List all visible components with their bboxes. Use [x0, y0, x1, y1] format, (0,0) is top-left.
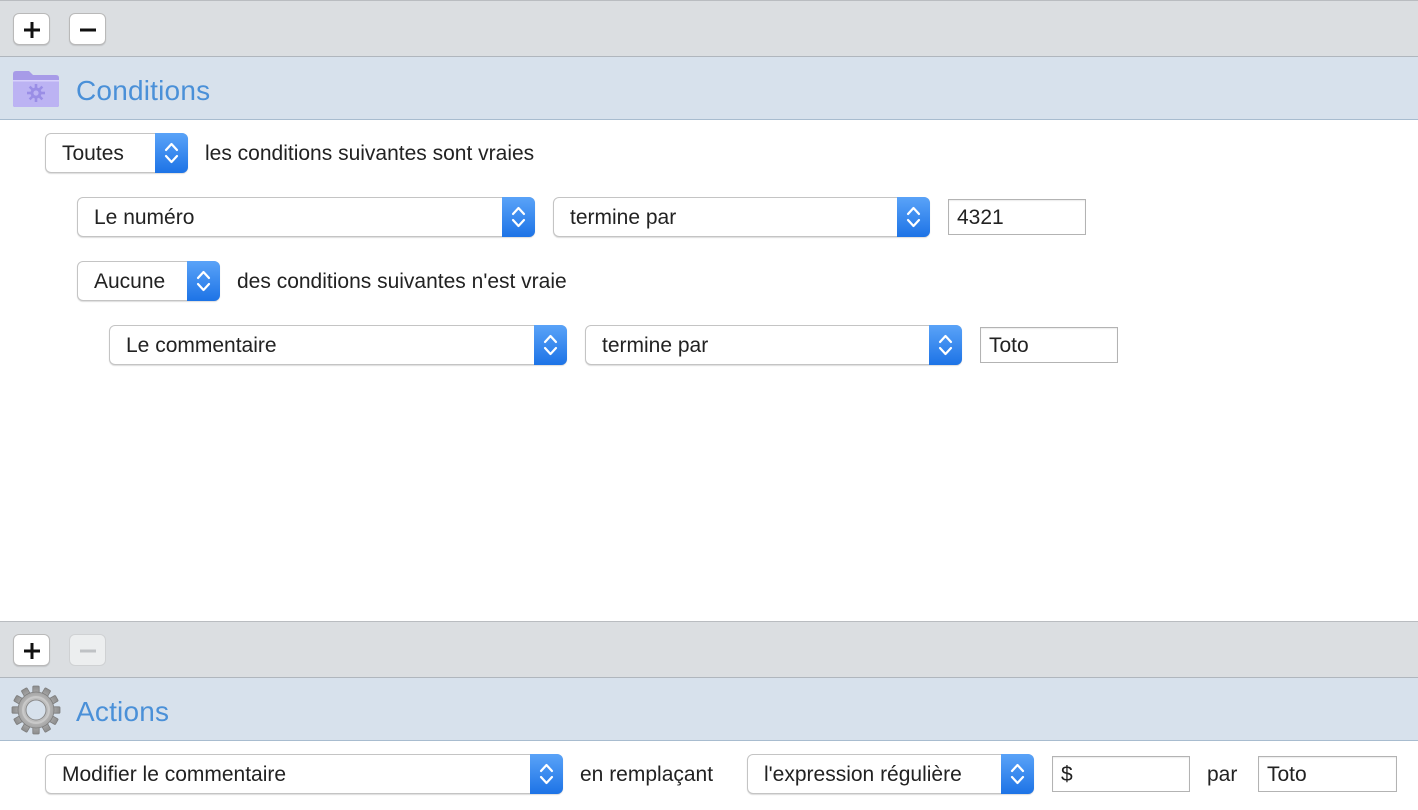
rule2-operator-popup[interactable]: termine par	[585, 325, 962, 365]
match-all-popup[interactable]: Toutes	[45, 133, 188, 173]
rule1-operator-popup[interactable]: termine par	[553, 197, 930, 237]
pattern-text: $	[1061, 763, 1073, 786]
rule2-operator-value: termine par	[602, 334, 709, 357]
remove-condition-button[interactable]	[69, 13, 106, 45]
rule1-value-text: 4321	[957, 206, 1004, 229]
chevron-up-down-icon	[543, 334, 558, 356]
folder-gear-icon	[13, 71, 59, 107]
match-all-popup-value: Toutes	[62, 142, 124, 165]
gear-icon	[11, 685, 61, 735]
by-label: par	[1207, 763, 1238, 786]
rule1-value-field[interactable]: 4321	[948, 199, 1086, 235]
conditions-toolbar	[0, 0, 1418, 57]
chevron-up-down-icon	[1010, 763, 1025, 785]
chevron-up-down-icon	[539, 763, 554, 785]
rule1-field-popup[interactable]: Le numéro	[77, 197, 535, 237]
rule2-field-popup[interactable]: Le commentaire	[109, 325, 567, 365]
rule2-value-field[interactable]: Toto	[980, 327, 1118, 363]
add-action-button[interactable]	[13, 634, 50, 666]
match-none-popup[interactable]: Aucune	[77, 261, 220, 301]
rule1-field-value: Le numéro	[94, 206, 195, 229]
chevron-up-down-icon	[164, 142, 179, 164]
conditions-header: Conditions	[0, 57, 1418, 120]
actions-header: Actions	[0, 678, 1418, 741]
minus-icon	[80, 28, 96, 32]
replacing-label: en remplaçant	[580, 763, 714, 786]
remove-action-button[interactable]	[69, 634, 106, 666]
chevron-up-down-icon	[938, 334, 953, 356]
conditions-title: Conditions	[76, 75, 211, 106]
actions-toolbar	[0, 621, 1418, 678]
pattern-type-value: l'expression régulière	[764, 763, 962, 786]
replacement-text: Toto	[1267, 763, 1307, 786]
chevron-up-down-icon	[511, 206, 526, 228]
rule1-operator-value: termine par	[570, 206, 677, 229]
minus-icon	[80, 649, 96, 653]
plus-icon	[24, 22, 40, 38]
action-type-value: Modifier le commentaire	[62, 763, 287, 786]
pattern-type-popup[interactable]: l'expression régulière	[747, 754, 1034, 794]
rule2-value-text: Toto	[989, 334, 1029, 357]
plus-icon	[24, 643, 40, 659]
match-all-label: les conditions suivantes sont vraies	[205, 142, 535, 165]
add-condition-button[interactable]	[13, 13, 50, 45]
chevron-up-down-icon	[196, 270, 211, 292]
rule2-field-value: Le commentaire	[126, 334, 277, 357]
pattern-field[interactable]: $	[1052, 756, 1190, 792]
replacement-field[interactable]: Toto	[1258, 756, 1397, 792]
match-none-popup-value: Aucune	[94, 270, 166, 293]
match-none-label: des conditions suivantes n'est vraie	[237, 270, 567, 293]
chevron-up-down-icon	[906, 206, 921, 228]
actions-title: Actions	[76, 696, 170, 727]
action-type-popup[interactable]: Modifier le commentaire	[45, 754, 563, 794]
